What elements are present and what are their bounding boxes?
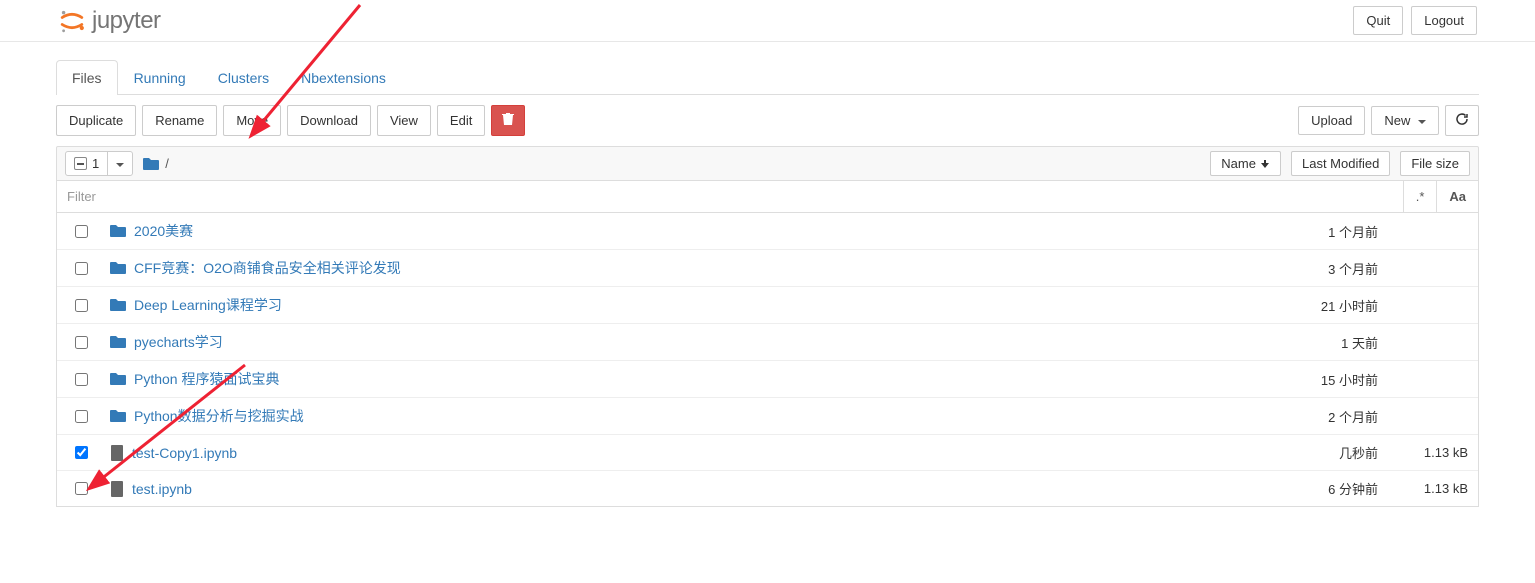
- select-all-group[interactable]: 1: [65, 151, 133, 176]
- file-list: 2020美赛 1 个月前 CFF竞赛：O2O商铺食品安全相关评论发现 3 个月前 Dee…: [56, 213, 1479, 507]
- sort-name-label: Name: [1221, 156, 1256, 171]
- jupyter-logo-icon: [58, 7, 86, 35]
- file-row: Python 程序猿面试宝典 15 小时前: [57, 361, 1478, 398]
- sort-size-button[interactable]: File size: [1400, 151, 1470, 176]
- file-checkbox[interactable]: [75, 299, 88, 312]
- breadcrumb[interactable]: /: [143, 156, 169, 171]
- file-modified: 2 个月前: [1268, 407, 1378, 426]
- file-size: 1.13 kB: [1378, 445, 1468, 460]
- folder-icon: [143, 157, 159, 171]
- file-name-link[interactable]: Deep Learning课程学习: [134, 295, 282, 315]
- filter-input[interactable]: [57, 181, 1403, 212]
- file-modified: 几秒前: [1268, 443, 1378, 462]
- file-checkbox[interactable]: [75, 446, 88, 459]
- upload-button[interactable]: Upload: [1298, 106, 1365, 135]
- file-row: Deep Learning课程学习 21 小时前: [57, 287, 1478, 324]
- rename-button[interactable]: Rename: [142, 105, 217, 136]
- file-row: 2020美赛 1 个月前: [57, 213, 1478, 250]
- file-name-link[interactable]: CFF竞赛：O2O商铺食品安全相关评论发现: [134, 258, 401, 278]
- folder-icon: [110, 224, 126, 238]
- move-button[interactable]: Move: [223, 105, 281, 136]
- view-button[interactable]: View: [377, 105, 431, 136]
- file-name-link[interactable]: pyecharts学习: [134, 332, 223, 352]
- file-row: test-Copy1.ipynb 几秒前1.13 kB: [57, 435, 1478, 471]
- file-checkbox[interactable]: [75, 336, 88, 349]
- file-modified: 6 分钟前: [1268, 479, 1378, 498]
- logo[interactable]: jupyter: [16, 7, 161, 35]
- file-name-link[interactable]: test-Copy1.ipynb: [132, 445, 237, 461]
- file-row: Python数据分析与挖掘实战 2 个月前: [57, 398, 1478, 435]
- tab-clusters[interactable]: Clusters: [202, 60, 285, 95]
- notebook-icon: [110, 445, 124, 461]
- file-checkbox[interactable]: [75, 225, 88, 238]
- edit-button[interactable]: Edit: [437, 105, 485, 136]
- notebook-icon: [110, 481, 124, 497]
- file-row: pyecharts学习 1 天前: [57, 324, 1478, 361]
- refresh-button[interactable]: [1445, 105, 1479, 136]
- file-modified: 1 天前: [1268, 333, 1378, 352]
- tab-nbextensions[interactable]: Nbextensions: [285, 60, 402, 95]
- tabs: FilesRunningClustersNbextensions: [56, 60, 1479, 95]
- folder-icon: [110, 261, 126, 275]
- filter-regex-button[interactable]: .*: [1403, 181, 1437, 212]
- logo-text: jupyter: [92, 7, 161, 35]
- file-modified: 15 小时前: [1268, 370, 1378, 389]
- select-count: 1: [92, 156, 99, 171]
- file-checkbox[interactable]: [75, 373, 88, 386]
- refresh-icon: [1455, 112, 1469, 126]
- filter-case-button[interactable]: Aa: [1436, 181, 1478, 212]
- file-modified: 1 个月前: [1268, 222, 1378, 241]
- delete-button[interactable]: [491, 105, 525, 136]
- folder-icon: [110, 335, 126, 349]
- tab-files[interactable]: Files: [56, 60, 118, 95]
- file-name-link[interactable]: test.ipynb: [132, 481, 192, 497]
- new-button[interactable]: New: [1371, 106, 1439, 135]
- folder-icon: [110, 409, 126, 423]
- trash-icon: [502, 112, 514, 126]
- file-checkbox[interactable]: [75, 262, 88, 275]
- filter-row: .* Aa: [56, 181, 1479, 213]
- file-modified: 3 个月前: [1268, 259, 1378, 278]
- file-name-link[interactable]: Python数据分析与挖掘实战: [134, 406, 304, 426]
- file-modified: 21 小时前: [1268, 296, 1378, 315]
- file-size: 1.13 kB: [1378, 481, 1468, 496]
- quit-button[interactable]: Quit: [1353, 6, 1403, 35]
- download-button[interactable]: Download: [287, 105, 371, 136]
- toolbar: Duplicate Rename Move Download View Edit…: [56, 105, 1479, 136]
- logout-button[interactable]: Logout: [1411, 6, 1477, 35]
- new-button-label: New: [1384, 113, 1410, 128]
- folder-icon: [110, 298, 126, 312]
- tab-running[interactable]: Running: [118, 60, 202, 95]
- sort-name-button[interactable]: Name: [1210, 151, 1281, 176]
- breadcrumb-root: /: [165, 156, 169, 171]
- file-checkbox[interactable]: [75, 482, 88, 495]
- file-checkbox[interactable]: [75, 410, 88, 423]
- file-name-link[interactable]: 2020美赛: [134, 221, 193, 241]
- sort-modified-button[interactable]: Last Modified: [1291, 151, 1390, 176]
- select-all-checkbox-icon[interactable]: [74, 157, 87, 170]
- file-row: CFF竞赛：O2O商铺食品安全相关评论发现 3 个月前: [57, 250, 1478, 287]
- file-name-link[interactable]: Python 程序猿面试宝典: [134, 369, 279, 389]
- folder-icon: [110, 372, 126, 386]
- arrow-down-icon: [1260, 159, 1270, 169]
- list-header: 1 / Name Last Modified File size: [56, 146, 1479, 181]
- caret-down-icon: [1418, 120, 1426, 124]
- main: FilesRunningClustersNbextensions Duplica…: [0, 60, 1535, 507]
- header: jupyter Quit Logout: [0, 0, 1535, 42]
- select-dropdown[interactable]: [107, 152, 132, 175]
- file-row: test.ipynb 6 分钟前1.13 kB: [57, 471, 1478, 506]
- caret-down-icon: [116, 163, 124, 167]
- duplicate-button[interactable]: Duplicate: [56, 105, 136, 136]
